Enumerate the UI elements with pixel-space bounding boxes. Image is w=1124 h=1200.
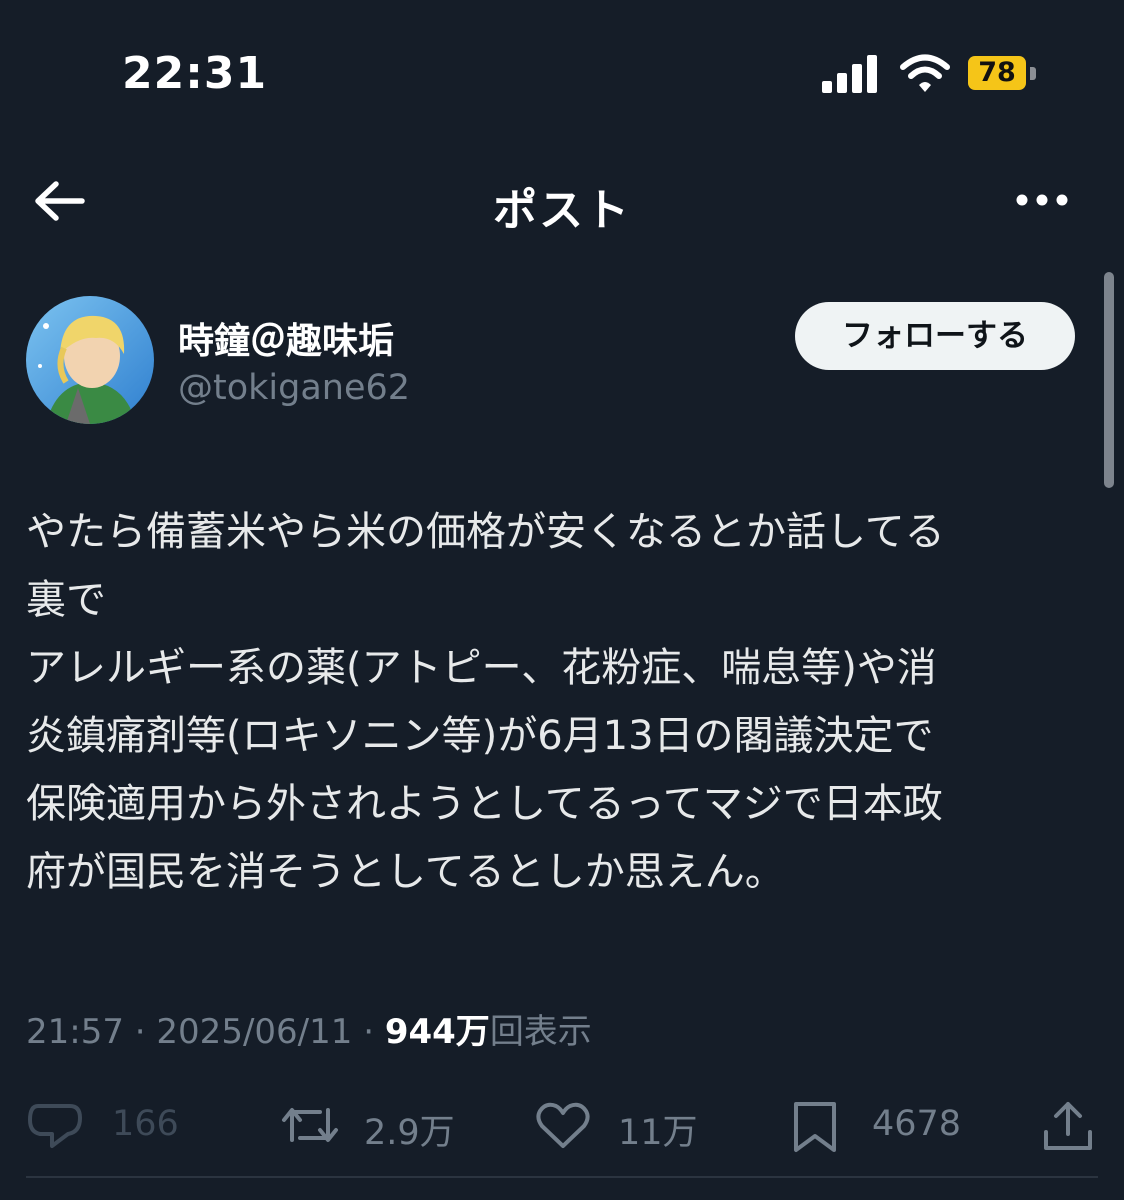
post-line: アレルギー系の薬(アトピー、花粉症、喘息等)や消	[26, 645, 937, 691]
post-line: 炎鎮痛剤等(ロキソニン等)が6月13日の閣議決定で	[26, 713, 934, 759]
bookmark-count: 4678	[872, 1104, 962, 1144]
meta-separator: ·	[352, 1012, 385, 1052]
reply-count: 166	[112, 1104, 179, 1144]
action-bar: 166 2.9万 11万 4678	[0, 1090, 1124, 1160]
follow-button[interactable]: フォローする	[795, 302, 1075, 370]
post-body: やたら備蓄米やら米の価格が安くなるとか話してる 裏で アレルギー系の薬(アトピー…	[26, 498, 1096, 906]
user-handle[interactable]: @tokigane62	[178, 368, 410, 408]
top-header: ポスト	[0, 150, 1124, 260]
avatar[interactable]	[26, 296, 154, 424]
share-button[interactable]	[1040, 1090, 1100, 1160]
wifi-icon	[900, 54, 950, 92]
post-line: 府が国民を消そうとしてるとしか思えん。	[26, 849, 785, 895]
battery-level: 78	[968, 56, 1026, 90]
post-meta: 21:57 · 2025/06/11 · 944万回表示	[26, 1004, 592, 1053]
page-title: ポスト	[493, 185, 631, 236]
avatar-image	[26, 296, 154, 424]
battery-icon: 78	[968, 56, 1048, 92]
more-dots-icon[interactable]	[1010, 180, 1074, 220]
reply-icon	[28, 1104, 82, 1148]
divider	[26, 1176, 1098, 1178]
like-button[interactable]: 11万	[534, 1090, 714, 1160]
signal-icon	[822, 55, 877, 93]
post-date[interactable]: 2025/06/11	[156, 1012, 352, 1052]
post-detail-screen: 22:31 78 ポスト 時鐘＠趣味垢 @tokigane62 フォローする や…	[0, 0, 1124, 1200]
views-label[interactable]: 回表示	[490, 1012, 592, 1052]
bookmark-button[interactable]: 4678	[790, 1090, 980, 1160]
share-icon	[1044, 1102, 1092, 1150]
display-name[interactable]: 時鐘＠趣味垢	[178, 312, 394, 364]
reply-button[interactable]: 166	[26, 1090, 186, 1160]
heart-icon	[536, 1102, 590, 1148]
views-count[interactable]: 944万	[385, 1012, 490, 1052]
status-time: 22:31	[122, 48, 268, 99]
repost-button[interactable]: 2.9万	[278, 1090, 478, 1160]
post-line: 保険適用から外されようとしてるってマジで日本政	[26, 781, 943, 827]
post-line: やたら備蓄米やら米の価格が安くなるとか話してる	[26, 509, 945, 555]
bookmark-icon	[794, 1102, 836, 1152]
like-count: 11万	[618, 1113, 698, 1153]
repost-icon	[282, 1108, 338, 1142]
status-bar: 22:31 78	[0, 0, 1124, 150]
meta-separator: ·	[123, 1012, 157, 1052]
post-line: 裏で	[26, 577, 106, 623]
repost-count: 2.9万	[364, 1113, 455, 1153]
scrollbar[interactable]	[1104, 272, 1114, 488]
battery-tip	[1030, 67, 1036, 80]
post-time[interactable]: 21:57	[26, 1012, 124, 1052]
